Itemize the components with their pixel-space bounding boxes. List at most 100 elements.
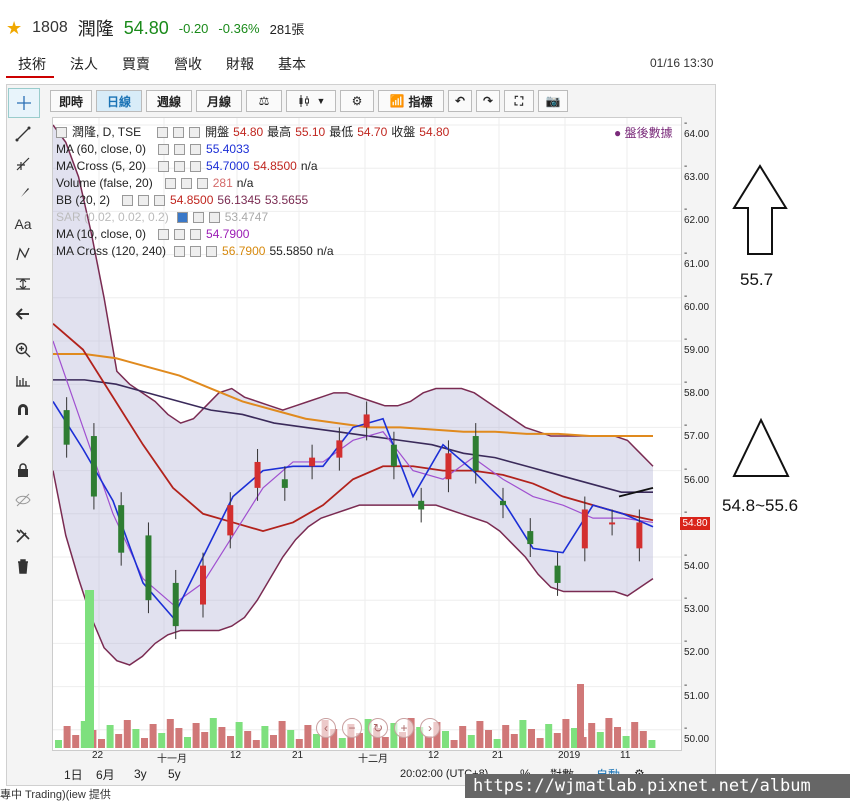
visibility-icon[interactable] [158,229,170,240]
measure-tool-icon[interactable] [8,270,38,298]
visibility-icon[interactable] [122,195,134,206]
visibility-icon[interactable] [158,161,170,172]
macross2-b: 55.5850 [269,244,313,258]
close-icon[interactable] [196,178,208,189]
volume-bar [115,734,123,748]
chart-type-dropdown[interactable]: ▼ [286,90,336,112]
close-icon[interactable] [206,246,218,257]
close-icon[interactable] [190,229,202,240]
reset-icon[interactable]: ↻ [368,718,388,738]
tools-icon[interactable] [8,522,38,550]
fullscreen-icon[interactable]: ⛶ [504,90,534,112]
legend-macross2[interactable]: MA Cross (120, 240) 56.7900 55.5850 n/a [56,243,449,260]
settings-icon[interactable] [174,229,186,240]
close-icon[interactable] [190,144,202,155]
visibility-icon[interactable] [157,127,169,138]
indicators-button[interactable]: 📶 指標 [378,90,444,112]
candle-body [309,457,316,467]
undo-icon[interactable]: ↶ [448,90,472,112]
price-tick: - 54.00 [684,550,710,572]
close-icon[interactable] [190,161,202,172]
visibility-icon[interactable] [164,178,176,189]
settings-icon[interactable] [190,246,202,257]
price-axis[interactable]: - 64.00 - 63.00 - 62.00 - 61.00 - 60.00 - 59.… [680,117,714,757]
volume-bar [476,721,484,748]
candle-body [90,436,97,497]
stay-drawing-icon[interactable] [8,426,38,454]
tab-trading[interactable]: 買賣 [110,52,162,80]
close-icon[interactable] [189,127,201,138]
scroll-right-icon[interactable]: › [420,718,440,738]
visibility-icon[interactable] [174,246,186,257]
brush-icon[interactable] [8,180,38,208]
range-5y[interactable]: 5y [168,767,400,781]
settings-icon[interactable] [138,195,150,206]
tab-revenue[interactable]: 營收 [162,52,214,80]
legend-sar[interactable]: SAR (0.02, 0.02, 0.2) 53.4747 [56,209,449,226]
scroll-left-icon[interactable]: ‹ [316,718,336,738]
magnet-icon[interactable] [8,396,38,424]
hide-icon[interactable] [8,486,38,514]
tab-institutional[interactable]: 法人 [58,52,110,80]
time-axis[interactable]: 22 十一月 12 21 十二月 12 21 2019 11 [52,750,680,765]
legend-bb[interactable]: BB (20, 2) 54.8500 56.1345 53.5655 [56,192,449,209]
legend-ma10[interactable]: MA (10, close, 0) 54.7900 [56,226,449,243]
legend-volume[interactable]: Volume (false, 20) 281 n/a [56,175,449,192]
range-1d[interactable]: 1日 [64,766,96,783]
visibility-icon[interactable] [158,144,170,155]
realtime-button[interactable]: 即時 [50,90,92,112]
legend-ma60[interactable]: MA (60, close, 0) 55.4033 [56,141,449,158]
favorite-star-icon[interactable]: ★ [6,18,22,39]
bb-a: 54.8500 [170,193,214,207]
fib-tool-icon[interactable] [8,150,38,178]
settings-icon[interactable] [174,144,186,155]
volume-bar [72,735,80,748]
monthly-button[interactable]: 月線 [196,90,242,112]
trash-icon[interactable] [8,552,38,580]
tab-basic[interactable]: 基本 [266,52,318,80]
tab-financials[interactable]: 財報 [214,52,266,80]
daily-button[interactable]: 日線 [96,90,142,112]
lock-icon[interactable] [8,456,38,484]
range-6m[interactable]: 6月 [96,766,134,783]
collapse-icon[interactable] [56,127,67,138]
bb-c: 53.5655 [264,193,309,207]
close-icon[interactable] [208,212,220,223]
settings-icon[interactable] [174,161,186,172]
crosshair-icon[interactable] [8,88,40,118]
legend-macross1[interactable]: MA Cross (5, 20) 54.7000 54.8500 n/a [56,158,449,175]
compare-icon[interactable]: ⚖ [246,90,282,112]
volume-bar [98,739,105,748]
weekly-button[interactable]: 週線 [146,90,192,112]
zoom-in-icon[interactable] [8,336,38,364]
ruler-icon[interactable] [8,366,38,394]
range-3y[interactable]: 3y [134,767,168,781]
time-tick: 11 [620,750,631,761]
volume-bar [631,722,639,748]
visibility-icon[interactable] [176,212,188,223]
text-tool-icon[interactable]: Aa [8,210,38,238]
trend-line-icon[interactable] [8,120,38,148]
settings-gear-icon[interactable]: ⚙ [340,90,374,112]
up-arrow-annotation [732,164,788,255]
camera-icon[interactable]: 📷 [538,90,568,112]
high-value: 55.10 [295,125,326,139]
time-tick: 12 [428,750,440,761]
volume-bar [132,729,140,748]
zoom-out-icon[interactable]: − [342,718,362,738]
close-icon[interactable] [154,195,166,206]
after-hours-label[interactable]: ● 盤後數據 [614,124,673,141]
redo-icon[interactable]: ↷ [476,90,500,112]
pattern-tool-icon[interactable] [8,240,38,268]
ma60-label: MA (60, close, 0) [56,142,147,156]
price-tick: - 62.00 [684,204,710,227]
settings-icon[interactable] [180,178,192,189]
stock-price: 54.80 [123,17,169,38]
volume-bar [502,725,510,748]
volume-bar [553,733,561,748]
settings-icon[interactable] [192,212,204,223]
settings-icon[interactable] [173,127,185,138]
arrow-left-icon[interactable] [8,300,38,328]
zoom-in-icon[interactable]: + [394,718,414,738]
volume-bar [562,719,570,748]
